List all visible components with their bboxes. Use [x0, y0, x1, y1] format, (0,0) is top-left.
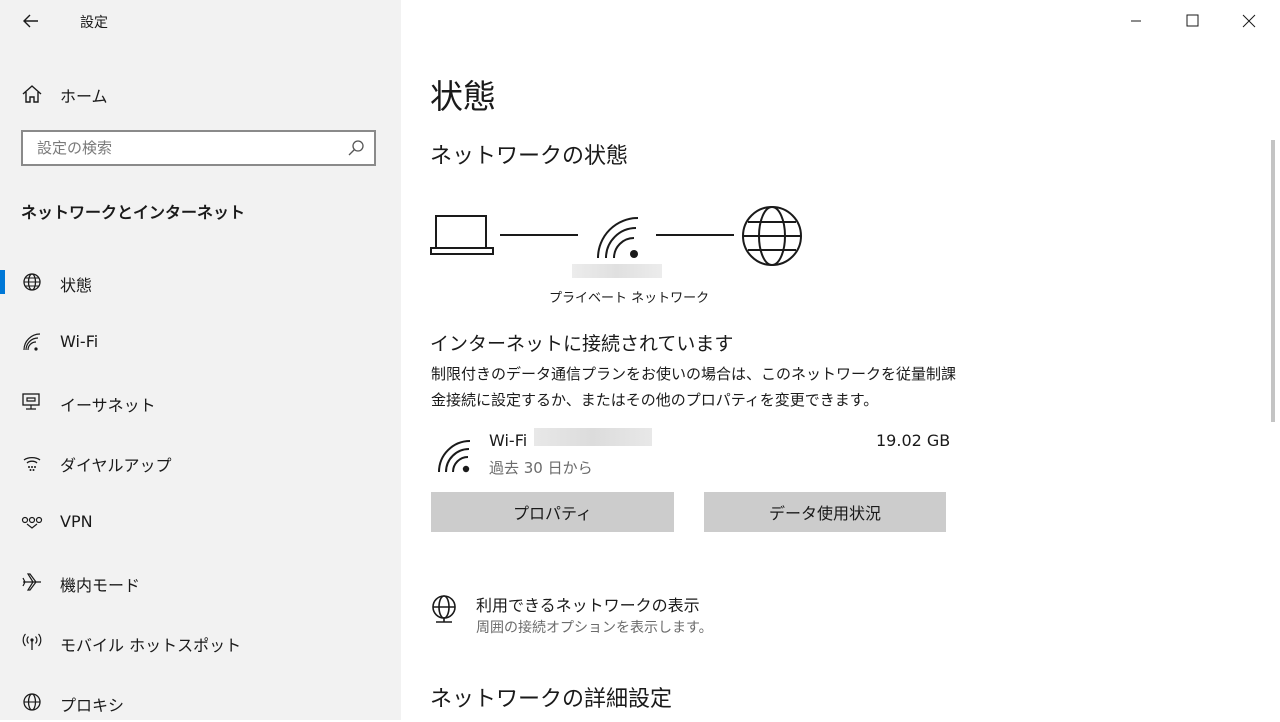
wifi-icon [438, 440, 471, 473]
redacted-ssid [534, 428, 652, 446]
sidebar-item-label: Wi-Fi [60, 332, 99, 351]
available-networks-link[interactable]: 利用できるネットワークの表示 [476, 592, 700, 616]
connection-status: インターネットに接続されています [430, 333, 734, 355]
search-icon[interactable] [346, 138, 366, 158]
vpn-icon [21, 516, 43, 529]
sidebar-item-ethernet[interactable]: イーサネット [0, 382, 401, 422]
sidebar-item-label: プロキシ [60, 696, 125, 715]
data-usage-amount: 19.02 GB [876, 431, 951, 450]
advanced-settings-heading: ネットワークの詳細設定 [430, 687, 673, 712]
status-description: 制限付きのデータ通信プランをお使いの場合は、このネットワークを従量制課金接続に設… [431, 365, 957, 409]
hotspot-icon [22, 633, 42, 650]
sidebar-item-proxy[interactable]: プロキシ [0, 682, 401, 722]
sidebar-item-status[interactable]: 状態 [0, 262, 401, 302]
home-nav-item[interactable]: ホーム [20, 80, 380, 108]
sidebar-item-label: モバイル ホットスポット [60, 636, 242, 655]
sidebar-item-label: VPN [60, 512, 93, 531]
section-title: ネットワークとインターネット [21, 203, 246, 222]
globe-icon [23, 693, 41, 711]
data-usage-button[interactable]: データ使用状況 [704, 492, 946, 532]
sidebar-item-vpn[interactable]: VPN [0, 502, 401, 542]
network-type-label: プライベート ネットワーク [549, 291, 710, 306]
ethernet-icon [22, 393, 40, 410]
dialup-icon [23, 456, 41, 471]
available-networks-subtitle: 周囲の接続オプションを表示します。 [476, 620, 713, 636]
laptop-icon [430, 215, 494, 255]
sidebar-item-label: 状態 [60, 276, 93, 295]
globe-icon [23, 273, 41, 291]
airplane-icon [22, 573, 41, 591]
wifi-icon [597, 217, 639, 259]
back-arrow-icon [23, 14, 38, 28]
scrollbar[interactable] [1271, 140, 1275, 422]
sidebar-item-wifi[interactable]: Wi-Fi [0, 322, 401, 362]
connection-line [500, 234, 578, 236]
sidebar-item-hotspot[interactable]: モバイル ホットスポット [0, 622, 401, 662]
sidebar-item-label: ダイヤルアップ [60, 456, 172, 475]
minimize-icon [1131, 20, 1141, 22]
maximize-icon [1186, 14, 1199, 27]
wifi-icon [23, 333, 41, 351]
close-icon [1242, 14, 1256, 28]
close-button[interactable] [1226, 4, 1272, 36]
home-label: ホーム [60, 87, 108, 106]
redacted-network-name [572, 264, 662, 278]
sidebar-item-label: イーサネット [60, 396, 156, 415]
connection-name: Wi-Fi [489, 431, 528, 450]
usage-period: 過去 30 日から [489, 459, 593, 477]
minimize-button[interactable] [1113, 4, 1159, 36]
network-status-heading: ネットワークの状態 [430, 144, 629, 169]
selection-indicator [0, 270, 5, 294]
globe-icon [742, 206, 802, 266]
sidebar-item-label: 機内モード [60, 576, 141, 595]
app-title: 設定 [80, 15, 108, 31]
properties-button[interactable]: プロパティ [431, 492, 674, 532]
network-globe-icon[interactable] [430, 594, 460, 626]
search-box[interactable] [21, 130, 376, 166]
back-button[interactable] [18, 9, 46, 33]
sidebar: 設定 ホーム ネットワークとインターネット 状態 Wi-Fi [0, 0, 401, 720]
sidebar-item-dialup[interactable]: ダイヤルアップ [0, 442, 401, 482]
sidebar-item-airplane[interactable]: 機内モード [0, 562, 401, 602]
maximize-button[interactable] [1169, 4, 1215, 36]
page-title: 状態 [430, 77, 496, 116]
search-input[interactable] [23, 132, 343, 164]
home-icon [22, 85, 42, 103]
connection-line [656, 234, 734, 236]
